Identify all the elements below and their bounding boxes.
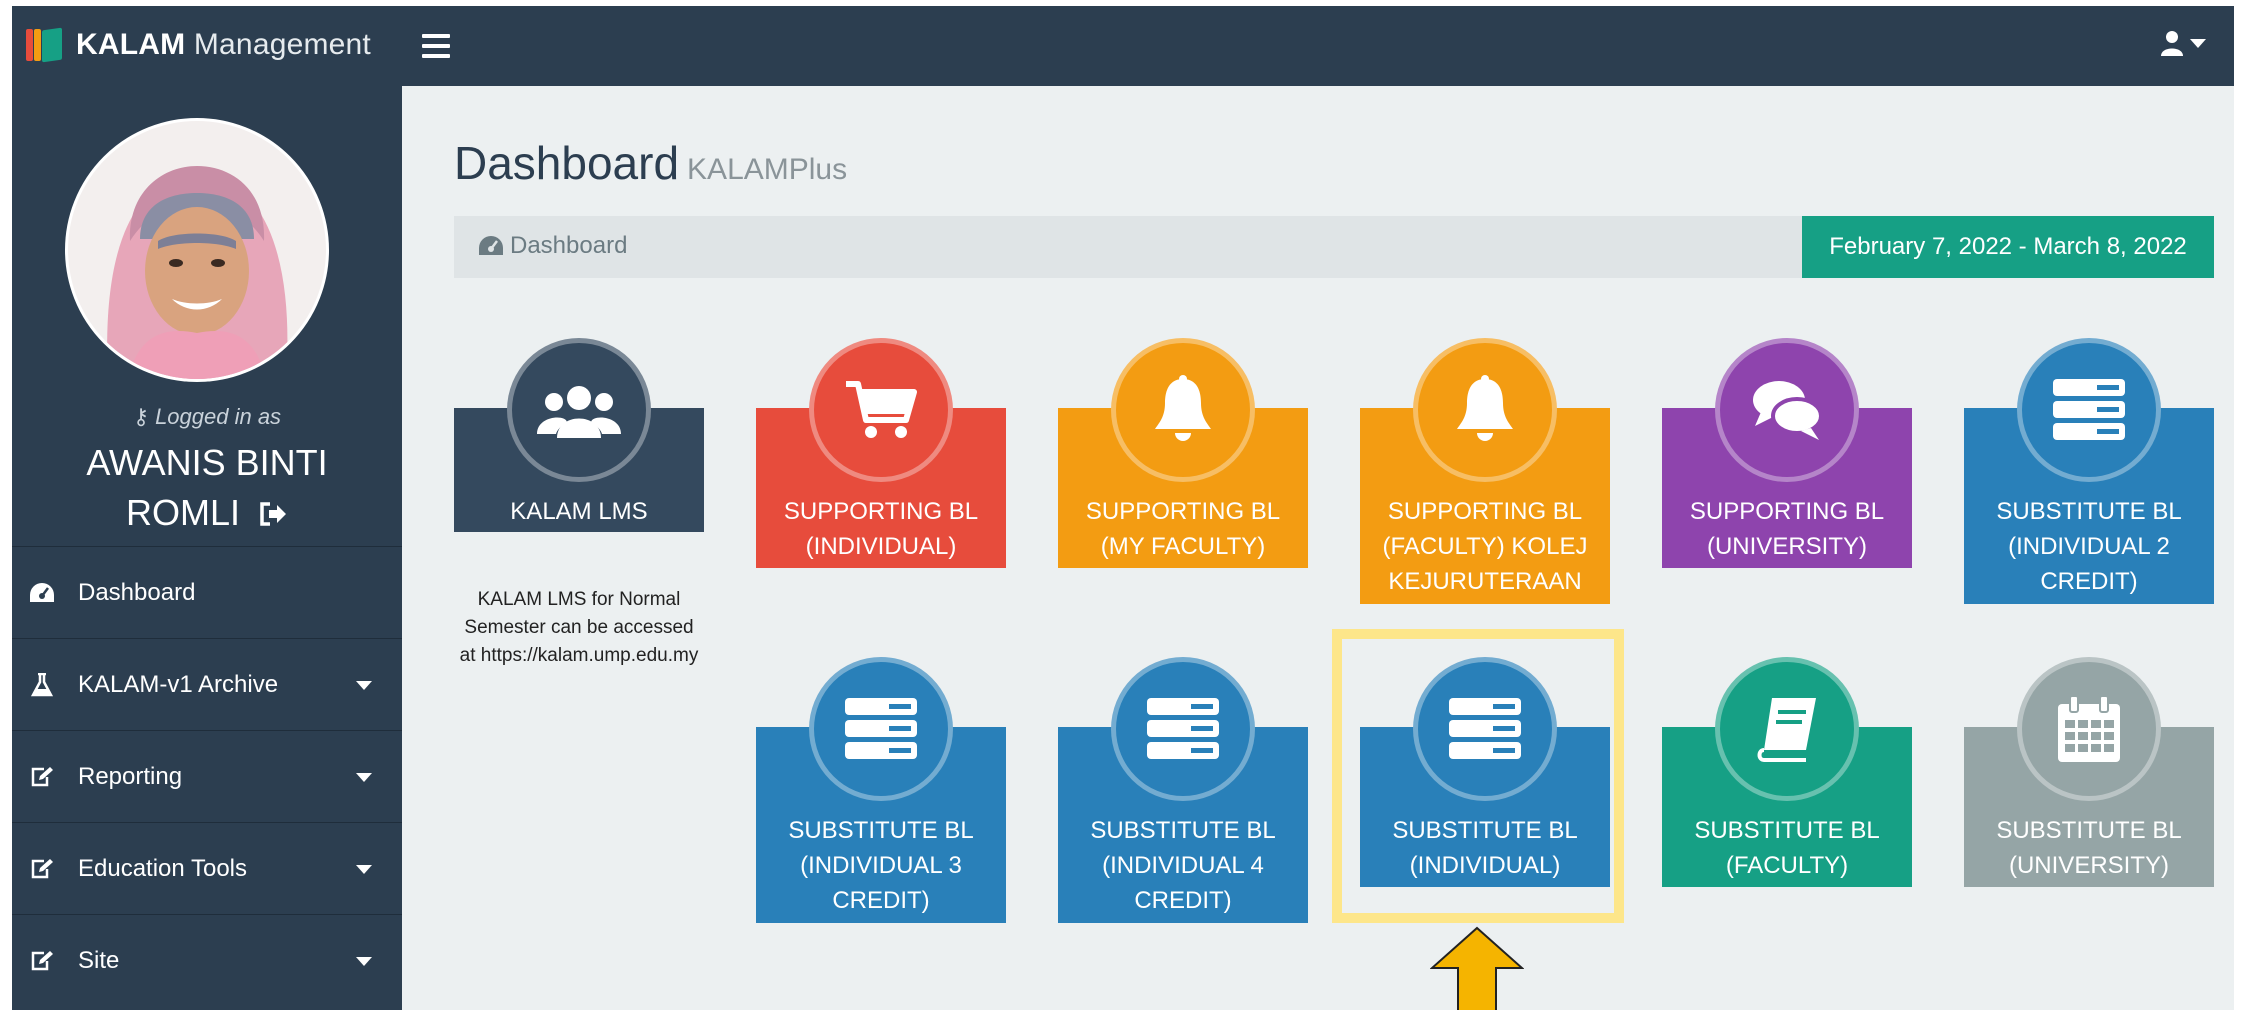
breadcrumb: Dashboard February 7, 2022 - March 8, 20… xyxy=(454,216,2214,278)
server-icon xyxy=(2017,338,2161,482)
tile-label: SUPPORTING BL (UNIVERSITY) xyxy=(1689,498,1885,560)
edit-icon xyxy=(28,763,56,791)
tile-label: SUPPORTING BL (FACULTY) KOLEJ KEJURUTERA… xyxy=(1382,498,1588,595)
app-frame: KALAM Management ⚷ Logged in as AWANIS B… xyxy=(12,6,2234,1010)
key-icon: ⚷ xyxy=(132,404,150,429)
lms-description: KALAM LMS for Normal Semester can be acc… xyxy=(459,589,699,666)
edit-icon xyxy=(28,855,56,883)
kalam-logo-icon xyxy=(26,27,64,63)
top-navbar: KALAM Management xyxy=(12,6,2234,86)
user-name: AWANIS BINTI ROMLI xyxy=(32,438,382,540)
chevron-down-icon xyxy=(356,773,372,782)
tile-label: KALAM LMS xyxy=(510,498,648,525)
chevron-down-icon xyxy=(2190,38,2206,48)
brand-light: Management xyxy=(193,28,371,61)
cart-icon xyxy=(809,338,953,482)
logout-icon[interactable] xyxy=(258,490,288,540)
logged-in-label: ⚷ Logged in as xyxy=(132,404,282,429)
sidebar-item-dashboard[interactable]: Dashboard xyxy=(12,546,402,638)
date-range-picker[interactable]: February 7, 2022 - March 8, 2022 xyxy=(1802,216,2214,278)
sidebar: ⚷ Logged in as AWANIS BINTI ROMLI Dashboa… xyxy=(12,86,402,1010)
bell-icon xyxy=(1413,338,1557,482)
sidebar-item-label: Education Tools xyxy=(78,854,248,882)
server-icon xyxy=(1111,657,1255,801)
tile-label: SUBSTITUTE BL (UNIVERSITY) xyxy=(1996,817,2182,879)
chevron-down-icon xyxy=(356,865,372,874)
sidebar-item-kalam-v1-archive[interactable]: KALAM-v1 Archive xyxy=(12,638,402,730)
chevron-down-icon xyxy=(356,681,372,690)
highlight-box xyxy=(1332,629,1624,923)
sidebar-item-site[interactable]: Site xyxy=(12,914,402,1006)
book-icon xyxy=(1715,657,1859,801)
brand-bold: KALAM xyxy=(76,28,186,61)
tile-label: SUBSTITUTE BL (INDIVIDUAL 4 CREDIT) xyxy=(1090,817,1276,914)
users-icon xyxy=(507,338,651,482)
tile-label: SUBSTITUTE BL (INDIVIDUAL 3 CREDIT) xyxy=(788,817,974,914)
tile-label: SUBSTITUTE BL (FACULTY) xyxy=(1694,817,1880,879)
menu-toggle-button[interactable] xyxy=(422,28,450,64)
avatar xyxy=(65,118,329,382)
edit-icon xyxy=(28,947,56,975)
dashboard-icon xyxy=(28,579,56,607)
brand-name: KALAM Management xyxy=(76,28,371,62)
page-title-text: Dashboard xyxy=(454,137,680,189)
tile-label: SUPPORTING BL (MY FACULTY) xyxy=(1085,498,1281,560)
dashboard-icon xyxy=(479,236,503,255)
sidebar-item-label: Site xyxy=(78,946,120,974)
bell-icon xyxy=(1111,338,1255,482)
hamburger-icon xyxy=(422,34,450,38)
flask-icon xyxy=(28,671,56,699)
page-title: Dashboard KALAMPlus xyxy=(454,136,847,190)
user-name-text: AWANIS BINTI ROMLI xyxy=(86,442,328,533)
chat-icon xyxy=(1715,338,1859,482)
sidebar-item-label: Reporting xyxy=(78,762,183,790)
server-icon xyxy=(809,657,953,801)
sidebar-item-label: Dashboard xyxy=(78,578,196,606)
arrow-up-icon xyxy=(1430,926,1524,1010)
user-menu-button[interactable] xyxy=(2160,30,2206,56)
breadcrumb-dashboard-link[interactable]: Dashboard xyxy=(478,232,627,260)
main-content: Dashboard KALAMPlus Dashboard February 7,… xyxy=(402,86,2234,1010)
calendar-icon xyxy=(2017,657,2161,801)
user-icon xyxy=(2161,31,2183,56)
sidebar-item-label: KALAM-v1 Archive xyxy=(78,670,279,698)
breadcrumb-label: Dashboard xyxy=(510,232,628,259)
tile-label: SUBSTITUTE BL (INDIVIDUAL 2 CREDIT) xyxy=(1996,498,2182,595)
tile-label: SUPPORTING BL (INDIVIDUAL) xyxy=(783,498,979,560)
sidebar-item-education-tools[interactable]: Education Tools xyxy=(12,822,402,914)
chevron-down-icon xyxy=(356,957,372,966)
brand[interactable]: KALAM Management xyxy=(26,20,371,70)
sidebar-item-reporting[interactable]: Reporting xyxy=(12,730,402,822)
page-subtitle: KALAMPlus xyxy=(687,153,848,186)
